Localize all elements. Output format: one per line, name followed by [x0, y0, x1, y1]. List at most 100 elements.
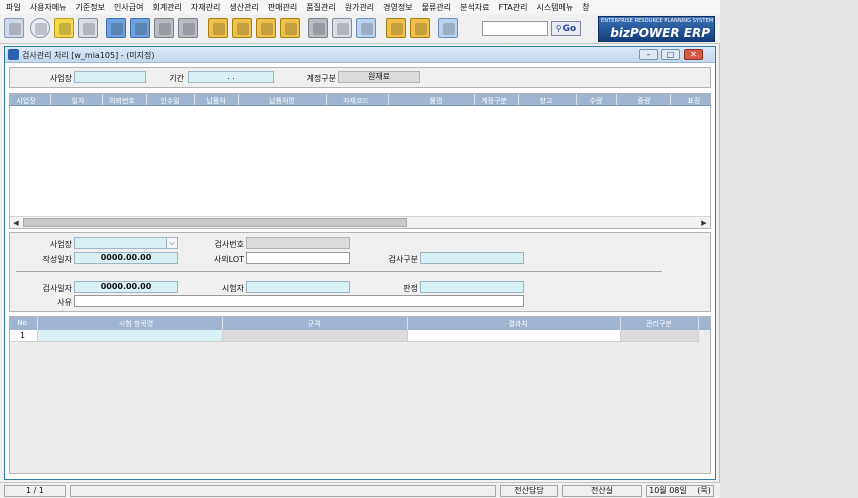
table-row[interactable]: 1	[10, 330, 710, 342]
inspect-type-label: 검사구분	[388, 255, 418, 264]
filter-site-label: 사업장	[49, 74, 72, 83]
inspect-no-label: 검사번호	[214, 240, 244, 249]
search-icon: ⚲	[555, 24, 562, 33]
menu-file[interactable]: 파일	[6, 2, 21, 13]
tester-label: 시험자	[221, 284, 244, 293]
col-vendor[interactable]: 납품처	[206, 96, 225, 105]
detail-site-select[interactable]: ⌵	[74, 237, 178, 249]
col-site[interactable]: 사업장	[16, 96, 35, 105]
close-icon[interactable]: ✕	[684, 49, 703, 60]
menu-accounting[interactable]: 회계관리	[152, 2, 181, 13]
menu-fta[interactable]: FTA관리	[499, 2, 528, 13]
row-no-cell: 1	[10, 330, 38, 342]
col-material-code[interactable]: 자재코드	[343, 96, 369, 105]
col-date[interactable]: 일자	[72, 96, 85, 105]
minimize-icon[interactable]: –	[639, 49, 658, 60]
inspect-type-field[interactable]	[420, 252, 524, 264]
menu-hr-payroll[interactable]: 인사급여	[114, 2, 143, 13]
col-result[interactable]: 결과치	[508, 319, 527, 329]
reason-field[interactable]	[74, 295, 524, 307]
grid-col-divider	[698, 317, 699, 330]
inspect-date-label: 검사일자	[42, 284, 72, 293]
eye-icon[interactable]	[30, 18, 50, 38]
maximize-icon[interactable]: □	[661, 49, 680, 60]
col-account-type[interactable]: 계정구분	[481, 96, 507, 105]
document-icon[interactable]	[4, 18, 24, 38]
search-input[interactable]	[482, 21, 548, 36]
tester-field[interactable]	[246, 281, 350, 293]
col-vendor-name[interactable]: 납품처명	[269, 96, 295, 105]
sign-icon[interactable]	[410, 18, 430, 38]
exit-icon[interactable]	[438, 18, 458, 38]
export-icon[interactable]	[332, 18, 352, 38]
chevron-left-icon[interactable]: ◀	[11, 218, 21, 228]
menu-materials[interactable]: 자재관리	[191, 2, 220, 13]
edit-icon[interactable]	[106, 18, 126, 38]
status-weekday: (목)	[697, 486, 711, 495]
database-icon[interactable]	[308, 18, 328, 38]
prev-icon[interactable]	[232, 18, 252, 38]
trash-icon[interactable]	[178, 18, 198, 38]
mgmt-type-cell[interactable]	[621, 330, 699, 342]
detail-panel: 사업장 ⌵ 검사번호 작성일자 0000.00.00 사외LOT 검사구분 검사…	[9, 232, 711, 312]
edit-alt-icon[interactable]	[130, 18, 150, 38]
go-button[interactable]: ⚲ Go	[551, 21, 581, 36]
new-icon[interactable]	[54, 18, 74, 38]
filter-panel: 사업장 기간 . . 계정구분 원재료	[9, 67, 711, 88]
lot-field[interactable]	[246, 252, 350, 264]
col-weight[interactable]: 중량	[638, 96, 651, 105]
judgment-field[interactable]	[420, 281, 524, 293]
test-items-grid: No 시험 항목명 규격 결과치 관리구분 1	[9, 316, 711, 474]
menu-cost[interactable]: 원가관리	[345, 2, 374, 13]
menu-user-menu[interactable]: 사용자메뉴	[30, 2, 67, 13]
menu-management-info[interactable]: 경영정보	[383, 2, 412, 13]
inspect-no-field[interactable]	[246, 237, 350, 249]
grid-header: 사업장 일자 의뢰번호 인수일 납품처 납품처명 자재코드 품명 계정구분 창고…	[10, 94, 710, 106]
delete-icon[interactable]	[154, 18, 174, 38]
menu-sales[interactable]: 판매관리	[268, 2, 297, 13]
col-receipt-date[interactable]: 인수일	[160, 96, 179, 105]
download-icon[interactable]	[386, 18, 406, 38]
filter-account-type-label: 계정구분	[306, 74, 336, 83]
print-preview-icon[interactable]	[78, 18, 98, 38]
menu-production[interactable]: 생산관리	[229, 2, 258, 13]
chevron-right-icon[interactable]: ▶	[699, 218, 709, 228]
logo-subtitle: ENTERPRISE RESOURCE PLANNING SYSTEM	[601, 18, 714, 24]
status-message	[70, 485, 496, 497]
col-warehouse[interactable]: 창고	[540, 96, 553, 105]
status-date-value: 10월 08일	[649, 486, 687, 495]
menu-quality[interactable]: 품질관리	[306, 2, 335, 13]
col-spec[interactable]: 규격	[308, 319, 321, 329]
col-no[interactable]: No	[17, 319, 27, 327]
menu-logistics[interactable]: 물류관리	[422, 2, 451, 13]
menu-window[interactable]: 창	[582, 2, 589, 13]
col-mgmt-type[interactable]: 관리구분	[646, 319, 672, 329]
menu-analysis[interactable]: 분석자료	[460, 2, 489, 13]
grid-col-divider	[474, 94, 475, 105]
col-request-no[interactable]: 의뢰번호	[109, 96, 135, 105]
spec-cell[interactable]	[223, 330, 408, 342]
status-page: 1 / 1	[4, 485, 66, 497]
last-icon[interactable]	[280, 18, 300, 38]
grid-col-divider	[388, 94, 389, 105]
grid-col-divider	[576, 94, 577, 105]
chevron-down-icon[interactable]: ⌵	[166, 238, 177, 248]
inspect-date-field[interactable]: 0000.00.00	[74, 281, 178, 293]
result-cell[interactable]	[408, 330, 621, 342]
created-date-field[interactable]: 0000.00.00	[74, 252, 178, 264]
col-label[interactable]: 표장	[688, 96, 701, 105]
next-icon[interactable]	[256, 18, 276, 38]
filter-account-type-value[interactable]: 원재료	[338, 71, 420, 83]
tools-icon[interactable]	[356, 18, 376, 38]
filter-site-input[interactable]	[74, 71, 146, 83]
col-test-item[interactable]: 시험 항목명	[119, 319, 153, 329]
first-icon[interactable]	[208, 18, 228, 38]
horizontal-scrollbar[interactable]: ◀ ▶	[10, 216, 710, 228]
filter-period-input[interactable]: . .	[188, 71, 274, 83]
col-item-name[interactable]: 품명	[430, 96, 443, 105]
scrollbar-thumb[interactable]	[23, 218, 407, 227]
test-item-cell[interactable]	[38, 330, 223, 342]
col-quantity[interactable]: 수량	[590, 96, 603, 105]
menu-system[interactable]: 시스템메뉴	[536, 2, 573, 13]
menu-master-data[interactable]: 기준정보	[76, 2, 105, 13]
